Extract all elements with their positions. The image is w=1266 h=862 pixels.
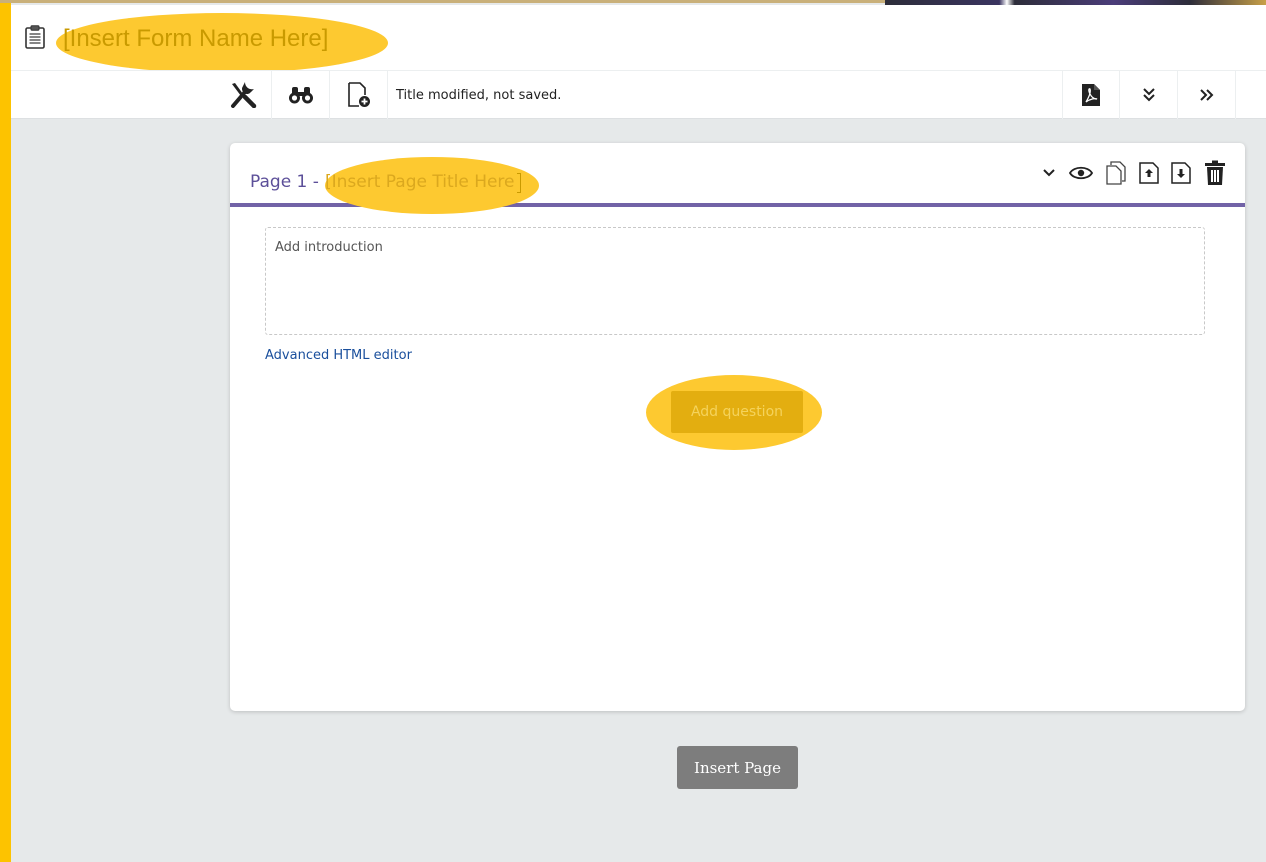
page-title-bracket	[517, 173, 521, 193]
left-accent-bar	[0, 0, 11, 862]
eye-icon[interactable]	[1064, 159, 1098, 187]
pdf-button[interactable]	[1062, 71, 1120, 119]
tools-icon	[229, 82, 257, 108]
insert-page-button[interactable]: Insert Page	[677, 746, 798, 789]
introduction-editor[interactable]: Add introduction	[265, 227, 1205, 335]
tools-button[interactable]	[214, 71, 272, 119]
next-section-button[interactable]	[1178, 71, 1236, 119]
form-name-title[interactable]: [Insert Form Name Here]	[63, 25, 328, 53]
trash-icon[interactable]	[1200, 159, 1230, 187]
binoculars-icon	[288, 85, 314, 105]
move-down-icon[interactable]	[1168, 159, 1194, 187]
page-title-input[interactable]: [Insert Page Title Here	[325, 172, 515, 192]
add-question-button[interactable]: Add question	[671, 391, 803, 433]
pdf-icon	[1081, 83, 1101, 107]
advanced-html-editor-link[interactable]: Advanced HTML editor	[265, 348, 412, 363]
add-page-button[interactable]	[330, 71, 388, 119]
preview-button[interactable]	[272, 71, 330, 119]
move-up-icon[interactable]	[1136, 159, 1162, 187]
chevron-down-icon[interactable]	[1038, 159, 1060, 187]
copy-icon[interactable]	[1102, 159, 1130, 187]
save-status-text: Title modified, not saved.	[396, 87, 562, 103]
clipboard-icon	[25, 25, 45, 49]
page-header: Page 1 - [Insert Page Title Here	[230, 143, 1245, 214]
double-chevron-right-icon	[1199, 87, 1215, 103]
double-chevron-down-icon	[1141, 87, 1157, 103]
page-number-label: Page 1 -	[250, 172, 319, 192]
add-page-icon	[347, 82, 371, 108]
introduction-placeholder: Add introduction	[275, 240, 383, 255]
form-header: [Insert Form Name Here]	[11, 5, 1266, 73]
collapse-all-button[interactable]	[1120, 71, 1178, 119]
toolbar: Title modified, not saved.	[11, 70, 1266, 119]
page-card: Page 1 - [Insert Page Title Here Add int…	[230, 143, 1245, 711]
